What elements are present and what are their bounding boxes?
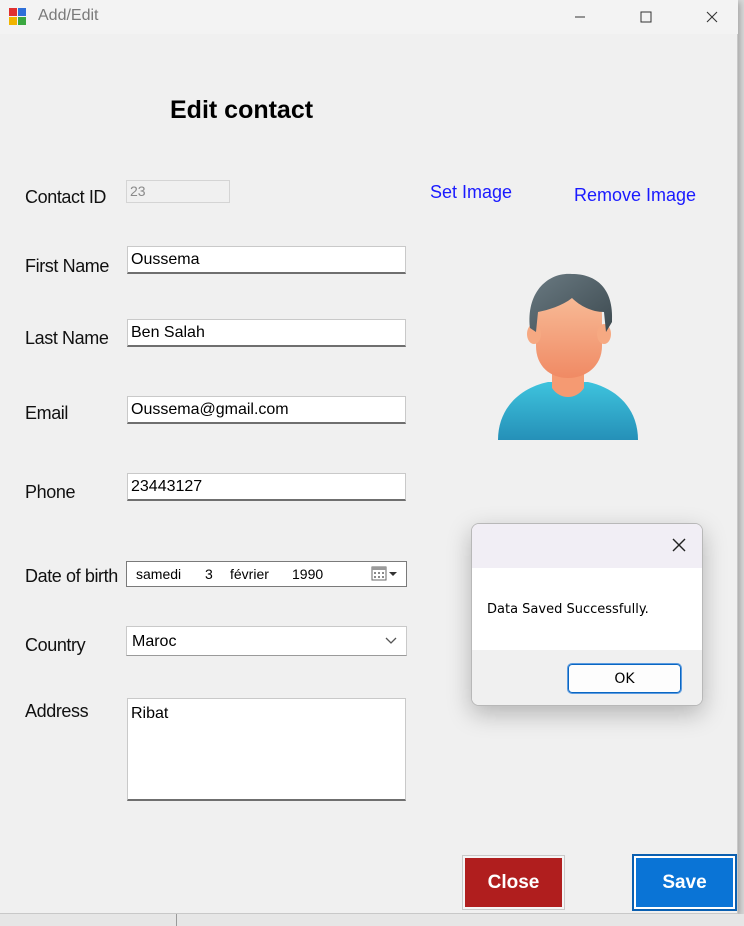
calendar-dropdown-icon[interactable] <box>371 565 401 583</box>
phone-field[interactable]: 23443127 <box>127 473 406 501</box>
remove-image-link[interactable]: Remove Image <box>574 185 696 206</box>
close-icon <box>706 11 718 23</box>
dob-weekday: samedi <box>136 566 182 582</box>
page-title: Edit contact <box>170 96 314 124</box>
address-field[interactable]: Ribat <box>127 698 406 801</box>
taskbar-strip <box>0 914 744 926</box>
close-button[interactable]: Close <box>462 855 565 910</box>
date-of-birth-label: Date of birth <box>25 566 118 586</box>
add-edit-window: Add/Edit Edit contact Contact ID 23 Set … <box>0 0 738 914</box>
chevron-down-icon <box>385 637 397 644</box>
first-name-label: First Name <box>25 256 110 276</box>
window-title: Add/Edit <box>38 7 99 24</box>
maximize-icon <box>640 11 652 23</box>
dialog-footer: OK <box>472 650 702 705</box>
window-close-button[interactable] <box>689 0 735 34</box>
date-of-birth-picker[interactable]: samedi 3 février 1990 <box>126 561 407 587</box>
save-button[interactable]: Save <box>632 854 737 911</box>
person-avatar-icon[interactable] <box>496 270 640 442</box>
message-dialog: Data Saved Successfully. OK <box>471 523 703 706</box>
dialog-close-icon[interactable] <box>670 536 688 554</box>
country-select[interactable]: Maroc <box>126 626 407 656</box>
dob-month: février <box>230 566 269 582</box>
dob-year: 1990 <box>292 566 324 582</box>
email-field[interactable]: Oussema@gmail.com <box>127 396 406 424</box>
country-label: Country <box>25 635 86 655</box>
maximize-button[interactable] <box>623 0 669 34</box>
first-name-field[interactable]: Oussema <box>127 246 406 274</box>
phone-label: Phone <box>25 482 76 502</box>
app-icon <box>9 8 27 25</box>
contact-id-label: Contact ID <box>25 187 107 207</box>
ok-button[interactable]: OK <box>567 663 682 694</box>
dialog-message: Data Saved Successfully. <box>487 602 649 617</box>
last-name-field[interactable]: Ben Salah <box>127 319 406 347</box>
title-bar[interactable]: Add/Edit <box>0 0 738 34</box>
dob-day: 3 <box>205 566 213 582</box>
dialog-title-bar[interactable] <box>472 524 702 568</box>
country-value: Maroc <box>132 633 177 650</box>
address-label: Address <box>25 701 89 721</box>
minimize-icon <box>575 16 585 18</box>
set-image-link[interactable]: Set Image <box>430 182 512 203</box>
taskbar-divider <box>176 914 177 926</box>
minimize-button[interactable] <box>557 0 603 34</box>
contact-id-field: 23 <box>126 180 230 203</box>
last-name-label: Last Name <box>25 328 109 348</box>
email-label: Email <box>25 403 69 423</box>
